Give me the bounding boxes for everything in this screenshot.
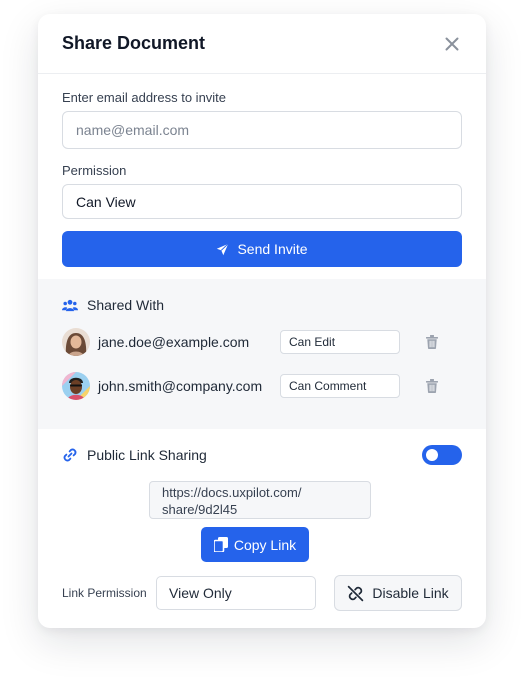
modal-header: Share Document xyxy=(38,14,486,74)
avatar xyxy=(62,372,90,400)
shared-user-row: john.smith@company.com Can Comment xyxy=(62,371,462,401)
send-icon xyxy=(217,242,229,255)
trash-icon xyxy=(426,335,438,349)
shared-user-email: jane.doe@example.com xyxy=(98,334,250,350)
copy-link-label: Copy Link xyxy=(233,536,297,553)
public-link-section: Public Link Sharing https://docs.uxpilot… xyxy=(38,429,486,611)
user-permission-value: Can Comment xyxy=(289,379,367,393)
shared-with-title: Shared With xyxy=(87,297,165,313)
share-document-modal: Share Document Enter email address to in… xyxy=(38,14,486,628)
user-permission-select[interactable]: Can Edit xyxy=(280,330,400,354)
link-url-line: https://docs.uxpilot.com/ xyxy=(162,485,302,500)
send-invite-button[interactable]: Send Invite xyxy=(62,231,462,267)
link-permission-value: View Only xyxy=(169,585,232,601)
link-permission-label: Link Permission xyxy=(62,586,147,600)
link-permission-select[interactable]: View Only xyxy=(156,576,316,610)
permission-label: Permission xyxy=(62,163,127,178)
email-label: Enter email address to invite xyxy=(62,90,227,105)
toggle-knob xyxy=(426,449,438,461)
shared-with-heading: Shared With xyxy=(62,297,462,313)
link-url-line: share/9d2l45 xyxy=(162,502,238,517)
close-button[interactable] xyxy=(442,34,462,54)
shared-user-email: john.smith@company.com xyxy=(98,378,263,394)
public-link-url[interactable]: https://docs.uxpilot.com/ share/9d2l45 xyxy=(149,481,371,519)
users-icon xyxy=(62,299,78,311)
invite-section: Enter email address to invite Permission… xyxy=(38,74,486,279)
trash-icon xyxy=(426,379,438,393)
permission-select[interactable]: Can View xyxy=(62,184,462,219)
email-input[interactable] xyxy=(62,111,462,149)
shared-with-section: Shared With jane.doe@example.com Can Edi… xyxy=(38,279,486,429)
avatar xyxy=(62,328,90,356)
permission-select-value: Can View xyxy=(76,193,136,210)
close-icon xyxy=(445,37,459,50)
public-link-toggle[interactable] xyxy=(422,445,462,465)
link-permission-row: Link Permission View Only Disable Link xyxy=(62,575,462,611)
remove-user-button[interactable] xyxy=(424,334,440,350)
copy-icon xyxy=(213,537,228,552)
disable-link-label: Disable Link xyxy=(372,585,449,601)
shared-user-row: jane.doe@example.com Can Edit xyxy=(62,327,462,357)
user-permission-value: Can Edit xyxy=(289,335,336,349)
send-invite-label: Send Invite xyxy=(237,241,308,257)
public-link-heading: Public Link Sharing xyxy=(62,447,207,463)
remove-user-button[interactable] xyxy=(424,378,440,394)
user-permission-select[interactable]: Can Comment xyxy=(280,374,400,398)
unlink-icon xyxy=(348,585,364,601)
copy-link-button[interactable]: Copy Link xyxy=(201,527,309,562)
public-link-title: Public Link Sharing xyxy=(87,447,207,463)
public-link-header: Public Link Sharing xyxy=(62,445,462,465)
modal-title: Share Document xyxy=(62,33,206,53)
link-icon xyxy=(63,448,77,462)
disable-link-button[interactable]: Disable Link xyxy=(334,575,462,611)
